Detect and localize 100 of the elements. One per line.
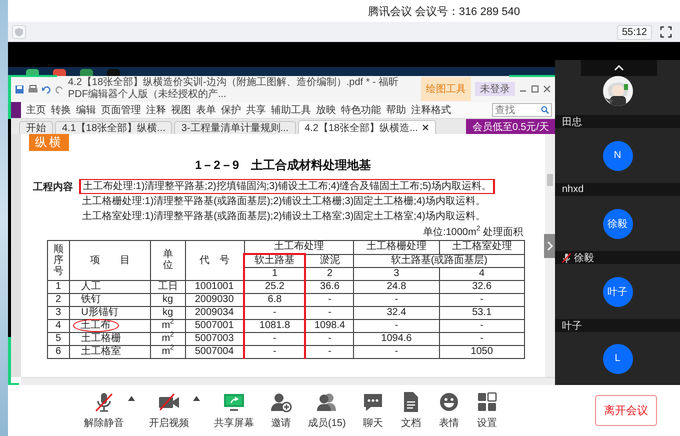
menu-item[interactable]: 辅助工具 bbox=[271, 103, 311, 117]
table-cell: 1050 bbox=[439, 346, 524, 358]
document-tab[interactable]: 4.2【18张全部】纵横造... bbox=[298, 120, 436, 134]
table-cell: 1098.4 bbox=[305, 320, 354, 332]
column-header: 土工格栅处理 bbox=[366, 241, 426, 252]
table-cell-text: 人工 bbox=[80, 281, 102, 292]
table-cell: 53.1 bbox=[439, 306, 524, 320]
table-cell: 3 bbox=[48, 306, 70, 320]
content-line: 土工格栅处理:1)清理整平路基(或路面基层);2)铺设土工格栅;3)固定土工格栅;4)场内取运料。 bbox=[81, 194, 486, 209]
column-number: 2 bbox=[305, 268, 354, 280]
document-heading: 1－2－9 土工合成材料处理地基 bbox=[194, 157, 372, 174]
table-cell: - bbox=[354, 346, 440, 358]
unit-note: 单位:1000m$^{2}$ 处理面积 bbox=[422, 225, 523, 239]
table-cell: 6.8 bbox=[244, 294, 306, 306]
participant-name: 田忠 bbox=[562, 116, 582, 128]
menu-item[interactable]: 共享 bbox=[246, 103, 266, 117]
table-cell: - bbox=[305, 346, 354, 358]
menu-item[interactable]: 注释 bbox=[146, 103, 166, 117]
table-cell: 2009030 bbox=[185, 294, 244, 306]
document-tab[interactable]: 4.1【18张全部】纵横... bbox=[55, 121, 172, 134]
table-cell: 1094.6 bbox=[354, 332, 440, 346]
close-icon[interactable] bbox=[422, 124, 429, 131]
document-tab[interactable]: 3-工程量清单计量规则... bbox=[174, 121, 296, 134]
menu-item[interactable]: 注释格式 bbox=[411, 103, 451, 117]
menu-item[interactable]: 特色功能 bbox=[341, 103, 381, 117]
table-cell: m$^{2}$ bbox=[150, 332, 186, 346]
redo-icon[interactable] bbox=[55, 84, 64, 94]
table-cell: 1 bbox=[48, 280, 70, 294]
column-header: 淤泥 bbox=[320, 254, 340, 266]
menu-item[interactable]: 保护 bbox=[221, 103, 241, 117]
menu-item[interactable]: 放映 bbox=[316, 103, 336, 117]
search-icon[interactable] bbox=[541, 106, 549, 114]
chat-icon bbox=[362, 391, 384, 413]
column-header: 顺序号 bbox=[53, 244, 64, 276]
table-cell: - bbox=[244, 332, 306, 346]
monitor-icon bbox=[222, 391, 246, 413]
invite-button[interactable]: 邀请 bbox=[268, 391, 294, 430]
menu-item[interactable]: 转换 bbox=[51, 103, 71, 117]
scrollbar[interactable] bbox=[545, 134, 555, 377]
content-label: 工程内容 bbox=[33, 180, 73, 195]
table-cell: 4 bbox=[48, 320, 70, 332]
app-icon[interactable] bbox=[80, 69, 93, 76]
share-screen-button[interactable]: 共享屏幕 bbox=[212, 391, 256, 430]
settings-button[interactable]: 设置 bbox=[474, 391, 500, 430]
chevron-up-icon[interactable] bbox=[614, 65, 624, 71]
fullscreen-icon[interactable] bbox=[660, 26, 672, 38]
column-header: 代 号 bbox=[199, 254, 230, 266]
menu-item[interactable]: 主页 bbox=[26, 103, 46, 117]
table-cell: - bbox=[439, 294, 524, 306]
table-cell: - bbox=[305, 306, 354, 320]
next-page-button[interactable] bbox=[544, 234, 555, 258]
maximize-icon[interactable] bbox=[531, 85, 539, 93]
undo-icon[interactable] bbox=[42, 84, 51, 94]
table-cell: - bbox=[305, 294, 354, 306]
table-cell-text: U形锚钉 bbox=[80, 307, 120, 318]
menu-item[interactable]: 表单 bbox=[196, 103, 216, 117]
login-status[interactable]: 未登录 bbox=[475, 82, 515, 96]
start-video-button[interactable]: 开启视频 bbox=[147, 391, 191, 430]
column-header: 单位 bbox=[162, 249, 173, 271]
table-cell: - bbox=[439, 320, 524, 332]
print-icon[interactable] bbox=[28, 84, 38, 94]
caret-icon[interactable] bbox=[193, 396, 200, 401]
menu-item[interactable]: 编辑 bbox=[76, 103, 96, 117]
table-cell: 32.4 bbox=[354, 306, 440, 320]
chevron-right-icon[interactable] bbox=[546, 241, 552, 251]
documents-button[interactable]: 文档 bbox=[398, 391, 424, 430]
table-cell: 24.8 bbox=[354, 280, 440, 294]
smiley-icon bbox=[438, 391, 460, 413]
meeting-timer: 55:12 bbox=[616, 24, 652, 40]
unmute-button[interactable]: 解除静音 bbox=[82, 391, 126, 430]
chat-button[interactable]: 聊天 bbox=[360, 391, 386, 430]
menu-item[interactable]: 视图 bbox=[171, 103, 191, 117]
table-cell: - bbox=[439, 332, 524, 346]
table-cell-text: 土工格室 bbox=[80, 346, 122, 357]
grid-icon bbox=[476, 391, 498, 413]
promo-button[interactable]: 会员低至0.5元/天 bbox=[466, 119, 555, 134]
scrollbar[interactable] bbox=[21, 377, 555, 385]
menu-item[interactable]: 帮助 bbox=[386, 103, 406, 117]
column-header: 土工布处理 bbox=[274, 241, 324, 252]
participant-name: nhxd bbox=[562, 184, 584, 195]
table-cell: 2009034 bbox=[185, 306, 244, 320]
leave-meeting-button[interactable]: 离开会议 bbox=[595, 395, 657, 426]
table-cell: 5007004 bbox=[185, 346, 244, 358]
table-cell-text: 土工格栅 bbox=[80, 333, 122, 344]
reactions-button[interactable]: 表情 bbox=[436, 391, 462, 430]
window-title: 腾讯会议 会议号：316 289 540 bbox=[368, 4, 520, 18]
search-field[interactable]: 查找 bbox=[492, 103, 552, 117]
document-tab[interactable]: 开始 bbox=[19, 121, 53, 134]
table-cell: 36.6 bbox=[305, 280, 354, 294]
app-icon[interactable] bbox=[53, 69, 66, 76]
caret-icon[interactable] bbox=[128, 396, 135, 401]
table-cell: - bbox=[244, 306, 306, 320]
table-cell: 1081.8 bbox=[244, 320, 306, 332]
avatar: L bbox=[602, 344, 632, 374]
column-header: 软土路基(或路面基层) bbox=[390, 254, 488, 266]
save-icon[interactable] bbox=[15, 84, 24, 94]
participant-name: 叶子 bbox=[562, 320, 582, 332]
members-button[interactable]: 成员(15) bbox=[306, 391, 348, 430]
table-cell: 5 bbox=[48, 332, 70, 346]
menu-item[interactable]: 页面管理 bbox=[101, 103, 141, 117]
